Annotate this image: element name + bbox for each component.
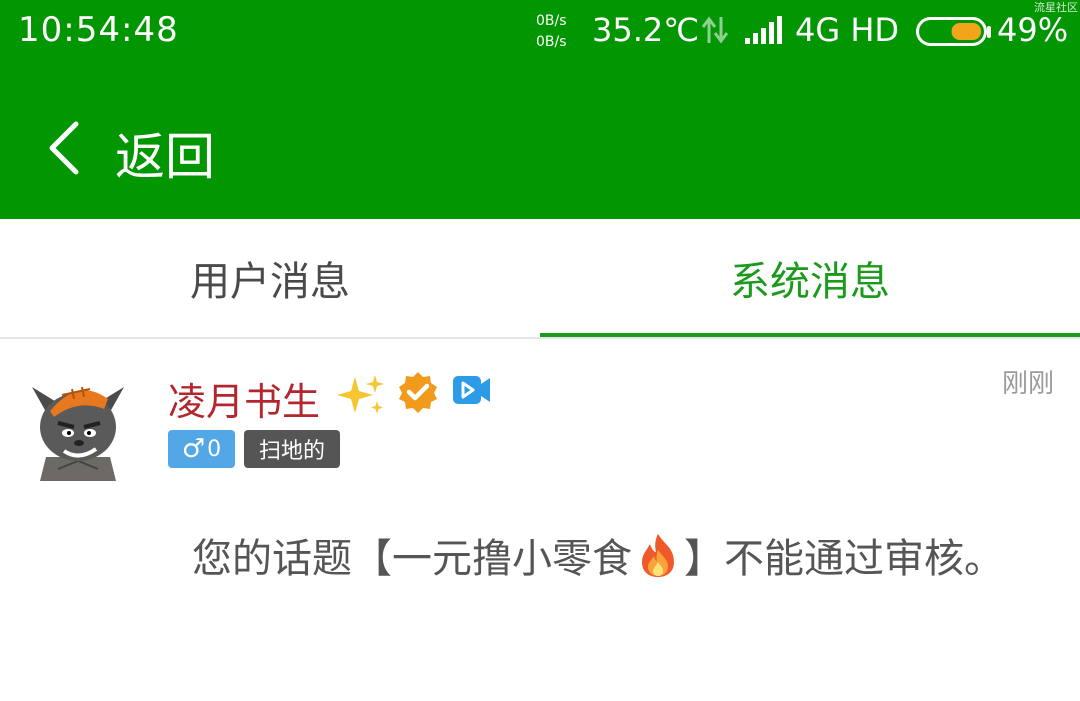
username[interactable]: 凌月书生 (168, 371, 320, 426)
verified-badge-icon (396, 370, 440, 418)
gender-level-badge: ♂ 0 (168, 430, 235, 468)
battery-percent: 49% (997, 11, 1069, 49)
status-time: 10:54:48 (18, 10, 179, 50)
data-transfer-icon (701, 15, 729, 49)
tab-user-messages[interactable]: 用户消息 (0, 219, 540, 337)
user-title-badge: 扫地的 (244, 430, 340, 468)
signal-strength-icon (745, 16, 785, 48)
male-icon: ♂ (181, 434, 206, 464)
back-button[interactable]: 返回 (115, 117, 215, 189)
net-down-speed: 0B/s (536, 34, 567, 50)
fire-icon (636, 532, 680, 595)
chevron-left-icon[interactable] (44, 120, 84, 180)
net-up-speed: 0B/s (536, 13, 567, 29)
system-message-item[interactable]: 凌月书生 刚刚 ♂ 0 扫地的 您的话题【一元撸小零食 】不能通过审核。 (0, 339, 1080, 701)
sparkles-icon (337, 373, 387, 423)
gender-level-count: 0 (207, 436, 222, 462)
avatar[interactable] (28, 369, 128, 484)
active-tab-indicator (540, 333, 1080, 337)
message-content: 您的话题【一元撸小零食 】不能通过审核。 (192, 529, 1012, 595)
network-speed: 0B/s 0B/s (536, 11, 567, 53)
message-text-end: 】不能通过审核。 (684, 536, 1004, 582)
video-icon (452, 372, 492, 412)
message-text-start: 您的话题【一元撸小零食 (192, 536, 632, 582)
tab-system-messages[interactable]: 系统消息 (540, 219, 1080, 337)
app-bar: 返回 (0, 68, 1080, 219)
message-timestamp: 刚刚 (1001, 369, 1054, 399)
network-type: 4G HD (795, 11, 900, 49)
battery-icon (916, 17, 992, 51)
temperature-readout: 35.2℃ (592, 11, 700, 49)
message-tabs: 用户消息 系统消息 (0, 219, 1080, 339)
status-bar: 流星社区 10:54:48 0B/s 0B/s 35.2℃ 4G HD 49% (0, 0, 1080, 68)
